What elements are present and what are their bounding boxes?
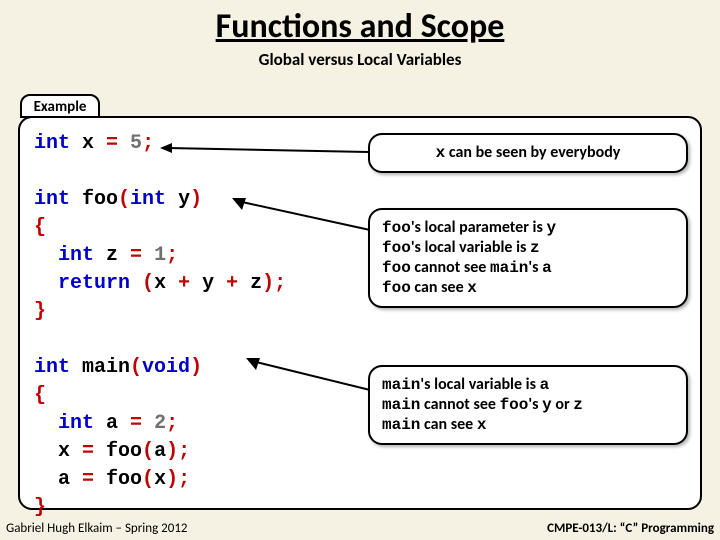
code-box: int x = 5; int foo(int y) { int z = 1; r… [18, 116, 702, 510]
callout-global-x: x can be seen by everybody [368, 133, 688, 173]
page-subtitle: Global versus Local Variables [0, 49, 720, 70]
footer-course: CMPE-013/L: “C” Programming [547, 521, 714, 536]
example-tab: Example [20, 94, 100, 118]
code-block: int x = 5; int foo(int y) { int z = 1; r… [34, 130, 286, 522]
arrow-3 [246, 356, 372, 396]
footer-author: Gabriel Hugh Elkaim – Spring 2012 [6, 521, 188, 536]
callout-main: main's local variable is a main cannot s… [368, 365, 688, 445]
page-title: Functions and Scope [0, 0, 720, 47]
arrow-2 [232, 196, 372, 236]
arrow-1 [160, 140, 370, 160]
callout-foo: foo's local parameter is y foo's local v… [368, 208, 688, 308]
